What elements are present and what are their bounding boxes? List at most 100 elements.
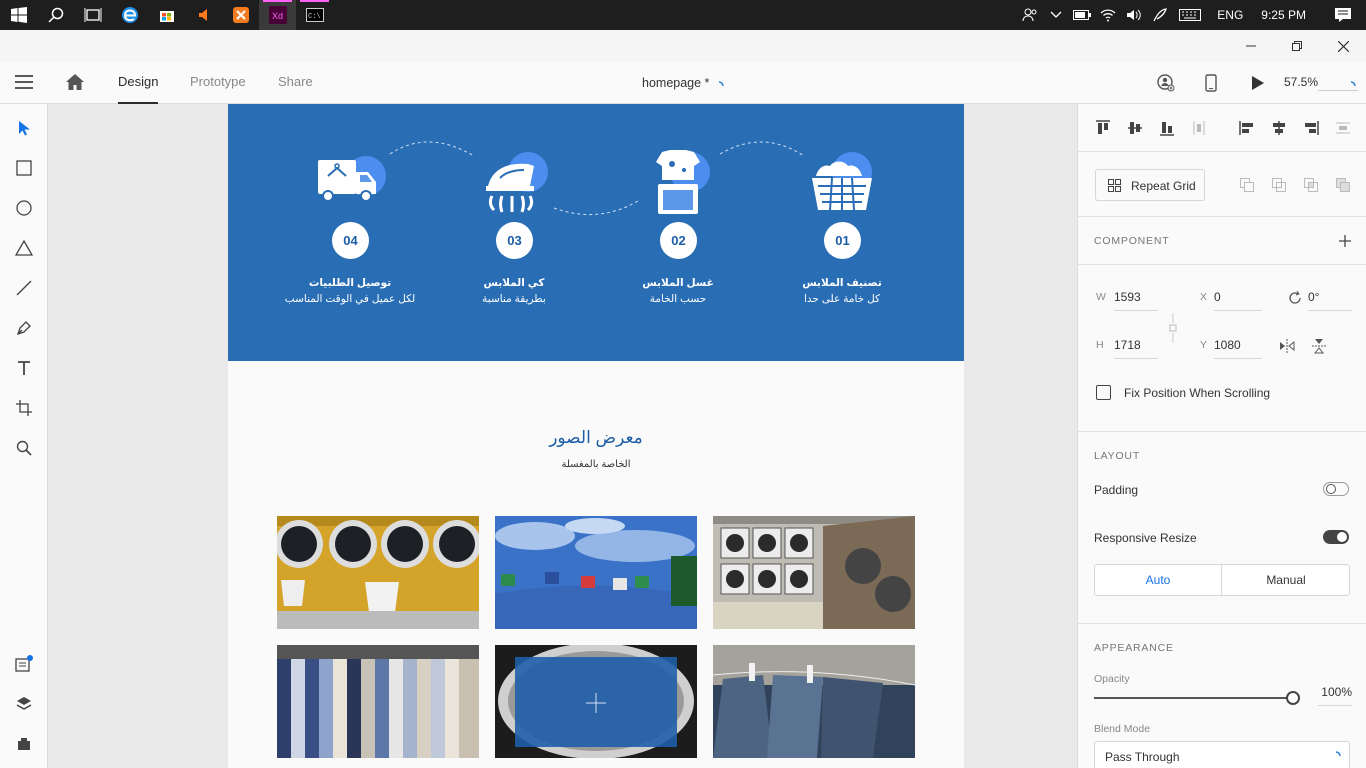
wifi-icon[interactable] xyxy=(1095,0,1121,30)
xampp-icon[interactable] xyxy=(222,0,259,30)
gallery-photo-sky-flags[interactable] xyxy=(495,516,697,629)
play-preview-icon[interactable] xyxy=(1251,75,1265,96)
polygon-tool-icon[interactable] xyxy=(12,236,36,260)
people-icon[interactable] xyxy=(1017,0,1043,30)
align-right-icon[interactable] xyxy=(1302,119,1320,137)
align-top-icon[interactable] xyxy=(1094,119,1112,137)
text-tool-icon[interactable] xyxy=(12,356,36,380)
appearance-section: APPEARANCE Opacity 100% Blend Mode Pass … xyxy=(1078,623,1366,768)
align-middle-icon[interactable] xyxy=(1126,119,1144,137)
flip-vertical-icon[interactable] xyxy=(1310,337,1328,355)
command-prompt-icon[interactable]: C:\ xyxy=(296,0,333,30)
battery-icon[interactable] xyxy=(1069,0,1095,30)
hamburger-menu-icon[interactable] xyxy=(15,75,33,94)
user-sharing-icon[interactable] xyxy=(1157,74,1175,97)
gallery-photo-shirts-rack[interactable] xyxy=(277,645,479,758)
fix-position-checkbox[interactable] xyxy=(1096,385,1111,400)
edge-browser-icon[interactable] xyxy=(111,0,148,30)
app-header: Design Prototype Share homepage * 57.5% xyxy=(0,62,1366,104)
zoom-tool-icon[interactable] xyxy=(12,436,36,460)
step-title: تصنيف الملابس xyxy=(802,277,882,289)
height-label: H xyxy=(1096,339,1104,351)
transform-section: W 1593 X 0 0° H 1718 Y 1080 Fix Position… xyxy=(1078,264,1366,431)
component-heading: COMPONENT xyxy=(1094,235,1170,247)
action-center-icon[interactable] xyxy=(1320,0,1366,30)
pen-tool-icon[interactable] xyxy=(12,316,36,340)
rectangle-tool-icon[interactable] xyxy=(12,156,36,180)
tab-prototype[interactable]: Prototype xyxy=(190,62,246,104)
auto-resize-option[interactable]: Auto xyxy=(1095,565,1222,595)
gallery-subtitle[interactable]: الخاصة بالمغسلة xyxy=(228,459,964,470)
task-view-icon[interactable] xyxy=(74,0,111,30)
y-field[interactable]: 1080 xyxy=(1214,335,1262,359)
keyboard-icon[interactable] xyxy=(1173,0,1207,30)
search-icon[interactable] xyxy=(37,0,74,30)
boolean-add-icon[interactable] xyxy=(1238,176,1256,194)
assets-panel-icon[interactable] xyxy=(12,652,36,676)
close-icon[interactable] xyxy=(1320,30,1366,62)
distribute-horizontal-icon[interactable] xyxy=(1190,119,1208,137)
services-section[interactable]: 04 توصيل الطلبيات لكل عميل في الوقت المن… xyxy=(228,104,964,361)
zoom-level[interactable]: 57.5% xyxy=(1284,62,1318,102)
adobe-xd-icon[interactable]: Xd xyxy=(259,0,296,30)
step-title: غسل الملابس xyxy=(642,277,714,289)
line-tool-icon[interactable] xyxy=(12,276,36,300)
tab-design[interactable]: Design xyxy=(118,62,159,104)
minimize-icon[interactable] xyxy=(1228,30,1274,62)
laundry-basket-icon xyxy=(812,152,872,211)
manual-resize-option[interactable]: Manual xyxy=(1223,565,1349,595)
gallery-photo-washer-drum-selected[interactable] xyxy=(495,645,697,758)
boolean-exclude-icon[interactable] xyxy=(1334,176,1352,194)
layers-panel-icon[interactable] xyxy=(12,692,36,716)
mobile-preview-icon[interactable] xyxy=(1205,74,1217,97)
chevron-up-icon[interactable] xyxy=(1043,0,1069,30)
step-subtitle: كل خامة على حدا xyxy=(803,293,881,305)
lock-aspect-icon[interactable] xyxy=(1164,313,1182,343)
grid-icon xyxy=(1108,179,1121,192)
opacity-slider-track[interactable] xyxy=(1094,697,1292,699)
pen-ink-icon[interactable] xyxy=(1147,0,1173,30)
distribute-vertical-icon[interactable] xyxy=(1334,119,1352,137)
height-field[interactable]: 1718 xyxy=(1114,335,1158,359)
blend-mode-label: Blend Mode xyxy=(1094,723,1151,735)
tab-share[interactable]: Share xyxy=(278,62,313,104)
artboard-tool-icon[interactable] xyxy=(12,396,36,420)
language-indicator[interactable]: ENG xyxy=(1207,8,1253,22)
padding-toggle[interactable] xyxy=(1323,482,1349,496)
restore-icon[interactable] xyxy=(1274,30,1320,62)
resize-mode-segmented: Auto Manual xyxy=(1094,564,1350,596)
store-icon[interactable] xyxy=(148,0,185,30)
add-component-icon[interactable] xyxy=(1336,232,1354,250)
boolean-intersect-icon[interactable] xyxy=(1302,176,1320,194)
home-icon[interactable] xyxy=(66,74,84,95)
opacity-field[interactable]: 100% xyxy=(1318,682,1352,706)
gallery-title[interactable]: معرض الصور xyxy=(228,428,964,448)
align-left-icon[interactable] xyxy=(1238,119,1256,137)
select-tool-icon[interactable] xyxy=(12,116,36,140)
responsive-resize-toggle[interactable] xyxy=(1323,530,1349,544)
artboard-homepage[interactable]: 04 توصيل الطلبيات لكل عميل في الوقت المن… xyxy=(228,104,964,768)
blend-mode-dropdown[interactable]: Pass Through xyxy=(1094,741,1350,768)
plugins-panel-icon[interactable] xyxy=(12,732,36,756)
property-inspector: Repeat Grid COMPONENT W 1593 X 0 0° H 17… xyxy=(1077,104,1366,768)
delivery-truck-icon xyxy=(318,156,386,202)
opacity-slider-thumb[interactable] xyxy=(1286,691,1300,705)
flip-horizontal-icon[interactable] xyxy=(1278,337,1296,355)
gallery-photo-jeans-clothesline[interactable] xyxy=(713,645,915,758)
media-player-icon[interactable] xyxy=(185,0,222,30)
width-field[interactable]: 1593 xyxy=(1114,287,1158,311)
boolean-subtract-icon[interactable] xyxy=(1270,176,1288,194)
step-number: 04 xyxy=(332,222,369,259)
windows-start-icon[interactable] xyxy=(0,0,37,30)
align-bottom-icon[interactable] xyxy=(1158,119,1176,137)
x-field[interactable]: 0 xyxy=(1214,287,1262,311)
align-center-icon[interactable] xyxy=(1270,119,1288,137)
clock[interactable]: 9:25 PM xyxy=(1253,8,1320,22)
design-canvas[interactable]: 04 توصيل الطلبيات لكل عميل في الوقت المن… xyxy=(48,104,1077,768)
rotation-field[interactable]: 0° xyxy=(1308,287,1352,311)
gallery-photo-laundromat[interactable] xyxy=(713,516,915,629)
volume-icon[interactable] xyxy=(1121,0,1147,30)
repeat-grid-button[interactable]: Repeat Grid xyxy=(1095,169,1205,201)
ellipse-tool-icon[interactable] xyxy=(12,196,36,220)
gallery-photo-yellow-washers[interactable] xyxy=(277,516,479,629)
